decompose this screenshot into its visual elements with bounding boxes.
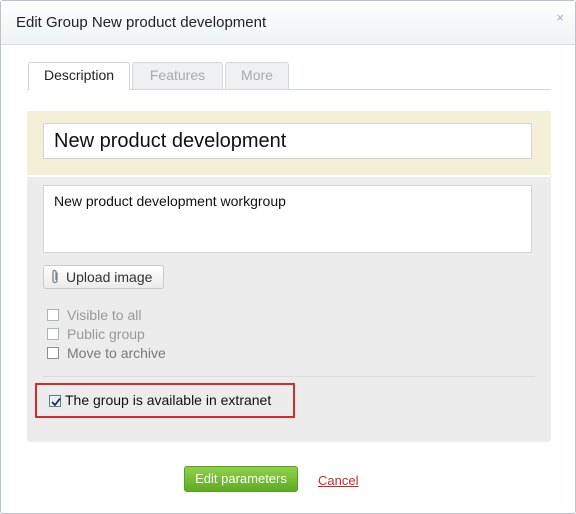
tab-features[interactable]: Features xyxy=(132,62,223,89)
extranet-checkbox[interactable] xyxy=(49,395,61,407)
extranet-highlight: The group is available in extranet xyxy=(35,383,295,418)
edit-parameters-button[interactable]: Edit parameters xyxy=(184,466,298,492)
close-icon[interactable]: × xyxy=(556,10,564,25)
public-group-checkbox[interactable] xyxy=(47,328,59,340)
options-divider xyxy=(43,376,535,377)
upload-image-label: Upload image xyxy=(66,269,153,285)
panel-separator xyxy=(27,175,551,177)
extranet-label: The group is available in extranet xyxy=(65,392,272,408)
description-textarea[interactable]: New product development workgroup xyxy=(43,185,532,253)
upload-image-button[interactable]: Upload image xyxy=(43,265,164,289)
move-to-archive-checkbox[interactable] xyxy=(47,347,59,359)
option-label: Move to archive xyxy=(67,345,166,361)
group-name-area xyxy=(27,111,551,175)
group-name-input[interactable] xyxy=(43,123,532,159)
tab-more[interactable]: More xyxy=(225,62,289,89)
cancel-link[interactable]: Cancel xyxy=(318,473,358,488)
form-panel: New product development workgroup Upload… xyxy=(27,111,551,442)
edit-group-dialog: Edit Group New product development × Des… xyxy=(0,0,576,514)
tab-description[interactable]: Description xyxy=(28,62,130,90)
option-label: Public group xyxy=(67,326,145,342)
tab-label: More xyxy=(241,67,273,83)
tab-label: Features xyxy=(149,67,206,83)
dialog-titlebar[interactable]: Edit Group New product development × xyxy=(1,1,575,45)
tab-label: Description xyxy=(43,67,115,83)
paperclip-icon xyxy=(50,269,60,291)
visible-to-all-checkbox[interactable] xyxy=(47,309,59,321)
dialog-title: Edit Group New product development xyxy=(16,14,267,31)
option-label: Visible to all xyxy=(67,307,142,323)
